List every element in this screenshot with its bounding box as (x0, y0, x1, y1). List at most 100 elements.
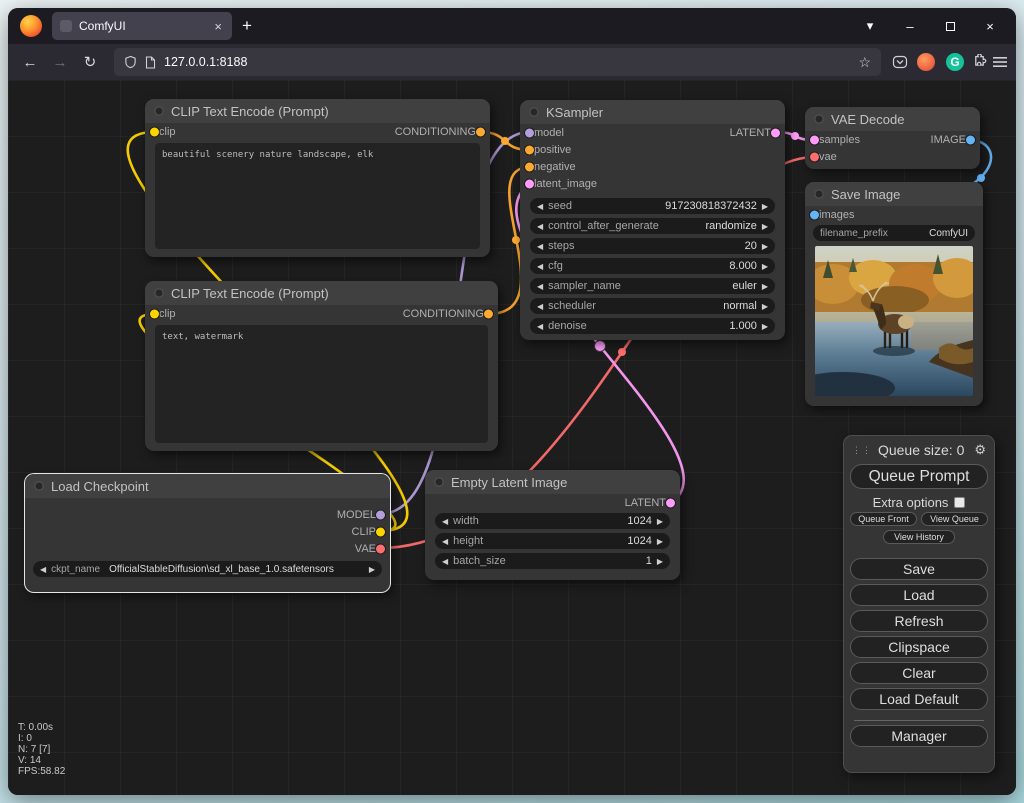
comfyui-canvas[interactable]: CLIP Text Encode (Prompt) clip CONDITION… (8, 80, 1016, 795)
node-save-image[interactable]: Save Image images filename_prefix ComfyU… (805, 182, 983, 406)
node-title-bar[interactable]: Empty Latent Image (425, 470, 680, 494)
output-slot-model[interactable] (376, 510, 385, 519)
list-all-tabs-icon[interactable]: ▾ (850, 12, 890, 40)
node-vae-decode[interactable]: VAE Decode samples IMAGE vae (805, 107, 980, 169)
collapse-dot-icon[interactable] (814, 114, 824, 124)
input-slot-samples[interactable] (810, 135, 819, 144)
prompt-textarea[interactable]: beautiful scenery nature landscape, elk (155, 143, 480, 249)
increment-icon[interactable]: ▶ (762, 262, 768, 271)
increment-icon[interactable]: ▶ (762, 242, 768, 251)
pocket-icon[interactable] (891, 53, 909, 71)
input-slot-latent-image[interactable] (525, 179, 534, 188)
widget-control-after-generate[interactable]: ◀ control_after_generate randomize ▶ (530, 218, 775, 234)
decrement-icon[interactable]: ◀ (442, 517, 448, 526)
extra-options-checkbox[interactable] (954, 497, 965, 508)
increment-icon[interactable]: ▶ (762, 282, 768, 291)
shield-icon[interactable] (124, 55, 137, 69)
node-title-bar[interactable]: VAE Decode (805, 107, 980, 131)
output-slot-vae[interactable] (376, 544, 385, 553)
decrement-icon[interactable]: ◀ (442, 557, 448, 566)
clipspace-button[interactable]: Clipspace (850, 636, 988, 658)
output-slot-image[interactable] (966, 135, 975, 144)
decrement-icon[interactable]: ◀ (537, 282, 543, 291)
node-title-bar[interactable]: Save Image (805, 182, 983, 206)
view-queue-button[interactable]: View Queue (921, 512, 988, 526)
settings-gear-icon[interactable]: ⚙ (974, 442, 986, 458)
node-title-bar[interactable]: CLIP Text Encode (Prompt) (145, 99, 490, 123)
firefox-view-icon[interactable] (20, 15, 42, 37)
collapse-dot-icon[interactable] (154, 288, 164, 298)
save-button[interactable]: Save (850, 558, 988, 580)
page-info-icon[interactable] (145, 56, 156, 69)
collapse-dot-icon[interactable] (34, 481, 44, 491)
widget-denoise[interactable]: ◀ denoise 1.000 ▶ (530, 318, 775, 334)
clear-button[interactable]: Clear (850, 662, 988, 684)
output-slot-conditioning[interactable] (476, 127, 485, 136)
window-close-button[interactable]: × (970, 12, 1010, 40)
node-title-bar[interactable]: KSampler (520, 100, 785, 124)
widget-sampler-name[interactable]: ◀ sampler_name euler ▶ (530, 278, 775, 294)
input-slot-negative[interactable] (525, 162, 534, 171)
tab-close-icon[interactable]: × (212, 19, 224, 34)
widget-cfg[interactable]: ◀ cfg 8.000 ▶ (530, 258, 775, 274)
forward-button[interactable]: → (46, 48, 74, 76)
decrement-icon[interactable]: ◀ (537, 222, 543, 231)
input-slot-clip[interactable] (150, 127, 159, 136)
widget-ckpt-name[interactable]: ◀ ckpt_name OfficialStableDiffusion\sd_x… (33, 561, 382, 577)
extensions-puzzle-icon[interactable] (971, 54, 988, 71)
load-default-button[interactable]: Load Default (850, 688, 988, 710)
input-slot-vae[interactable] (810, 152, 819, 161)
decrement-icon[interactable]: ◀ (537, 262, 543, 271)
drag-handle-icon[interactable]: ⋮⋮ (852, 447, 864, 453)
output-slot-latent[interactable] (771, 128, 780, 137)
input-slot-model[interactable] (525, 128, 534, 137)
node-title-bar[interactable]: Load Checkpoint (25, 474, 390, 498)
collapse-dot-icon[interactable] (434, 477, 444, 487)
window-minimize-button[interactable]: – (890, 12, 930, 40)
node-clip-text-encode-1[interactable]: CLIP Text Encode (Prompt) clip CONDITION… (145, 99, 490, 257)
input-slot-positive[interactable] (525, 145, 534, 154)
increment-icon[interactable]: ▶ (657, 517, 663, 526)
output-slot-latent[interactable] (666, 498, 675, 507)
node-clip-text-encode-2[interactable]: CLIP Text Encode (Prompt) clip CONDITION… (145, 281, 498, 451)
node-load-checkpoint[interactable]: Load Checkpoint MODEL CLIP VAE ◀ ckpt_na… (25, 474, 390, 592)
previous-option-icon[interactable]: ◀ (40, 565, 46, 574)
node-empty-latent-image[interactable]: Empty Latent Image LATENT ◀ width 1024 ▶… (425, 470, 680, 580)
decrement-icon[interactable]: ◀ (537, 242, 543, 251)
grammarly-extension-icon[interactable]: G (946, 53, 964, 71)
decrement-icon[interactable]: ◀ (537, 202, 543, 211)
decrement-icon[interactable]: ◀ (442, 537, 448, 546)
refresh-button[interactable]: Refresh (850, 610, 988, 632)
collapse-dot-icon[interactable] (529, 107, 539, 117)
node-title-bar[interactable]: CLIP Text Encode (Prompt) (145, 281, 498, 305)
output-slot-conditioning[interactable] (484, 309, 493, 318)
increment-icon[interactable]: ▶ (762, 302, 768, 311)
profile-avatar-icon[interactable] (917, 53, 935, 71)
increment-icon[interactable]: ▶ (657, 557, 663, 566)
widget-height[interactable]: ◀ height 1024 ▶ (435, 533, 670, 549)
collapse-dot-icon[interactable] (154, 106, 164, 116)
increment-icon[interactable]: ▶ (657, 537, 663, 546)
increment-icon[interactable]: ▶ (762, 322, 768, 331)
widget-width[interactable]: ◀ width 1024 ▶ (435, 513, 670, 529)
increment-icon[interactable]: ▶ (762, 222, 768, 231)
back-button[interactable]: ← (16, 48, 44, 76)
prompt-textarea[interactable]: text, watermark (155, 325, 488, 443)
widget-batch-size[interactable]: ◀ batch_size 1 ▶ (435, 553, 670, 569)
widget-scheduler[interactable]: ◀ scheduler normal ▶ (530, 298, 775, 314)
window-maximize-button[interactable] (930, 12, 970, 40)
load-button[interactable]: Load (850, 584, 988, 606)
collapse-dot-icon[interactable] (814, 189, 824, 199)
input-slot-clip[interactable] (150, 309, 159, 318)
node-ksampler[interactable]: KSampler model LATENT positive negative … (520, 100, 785, 340)
widget-filename-prefix[interactable]: filename_prefix ComfyUI (813, 225, 975, 241)
bookmark-star-icon[interactable]: ☆ (858, 54, 871, 71)
url-bar[interactable]: 127.0.0.1:8188 ☆ (114, 48, 881, 76)
widget-steps[interactable]: ◀ steps 20 ▶ (530, 238, 775, 254)
input-slot-images[interactable] (810, 210, 819, 219)
increment-icon[interactable]: ▶ (762, 202, 768, 211)
decrement-icon[interactable]: ◀ (537, 302, 543, 311)
view-history-button[interactable]: View History (883, 530, 955, 544)
widget-seed[interactable]: ◀ seed 917230818372432 ▶ (530, 198, 775, 214)
decrement-icon[interactable]: ◀ (537, 322, 543, 331)
